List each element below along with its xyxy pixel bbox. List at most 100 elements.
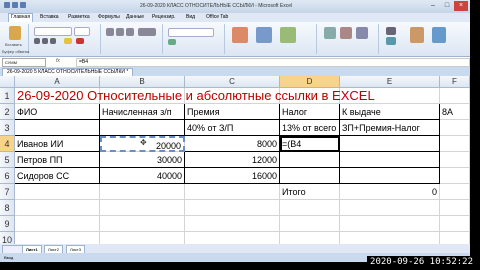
grid-cell[interactable] — [340, 232, 440, 244]
column-header-c[interactable]: C — [185, 76, 280, 88]
grid-cell[interactable] — [440, 232, 470, 244]
row-header-3[interactable]: 3 — [0, 120, 15, 136]
cell-f2[interactable]: 8А — [440, 104, 470, 120]
bold-icon[interactable] — [34, 38, 40, 44]
row-header-4[interactable]: 4 — [0, 136, 15, 152]
grid-cell[interactable] — [185, 232, 280, 244]
font-name-select[interactable] — [34, 27, 72, 36]
grid-cell[interactable] — [280, 216, 340, 232]
grid-cell[interactable] — [15, 200, 100, 216]
find-select-icon[interactable] — [432, 27, 446, 43]
align-left-icon[interactable] — [106, 28, 114, 36]
cell-c2[interactable]: Премия — [185, 104, 280, 120]
grid-cell[interactable] — [280, 232, 340, 244]
cell-e6[interactable] — [340, 168, 440, 184]
format-as-table-icon[interactable] — [256, 27, 272, 43]
office-button-icon[interactable] — [4, 2, 10, 8]
sheet-title-cell[interactable]: 26-09-2020 Относительные и абсолютные сс… — [15, 88, 470, 104]
cell-e5[interactable] — [340, 152, 440, 168]
autosum-icon[interactable] — [386, 27, 396, 35]
cell-a6[interactable]: Сидоров СС — [15, 168, 100, 184]
cell-b3[interactable] — [100, 120, 185, 136]
cell-c3[interactable]: 40% от З/П — [185, 120, 280, 136]
row-header-7[interactable]: 7 — [0, 184, 15, 200]
row-header-8[interactable]: 8 — [0, 200, 15, 216]
grid-cell[interactable] — [440, 216, 470, 232]
grid-cell[interactable] — [100, 232, 185, 244]
paste-icon[interactable] — [9, 26, 21, 40]
cell-a4[interactable]: Иванов ИИ — [15, 136, 100, 152]
font-color-icon[interactable] — [76, 38, 84, 44]
align-center-icon[interactable] — [116, 28, 124, 36]
tab-insert[interactable]: Вставка — [40, 14, 59, 20]
italic-icon[interactable] — [42, 38, 48, 44]
delete-cells-icon[interactable] — [340, 27, 352, 39]
grid-cell[interactable] — [185, 216, 280, 232]
cell-e4[interactable] — [340, 136, 440, 152]
cell-a3[interactable] — [15, 120, 100, 136]
cell-c5[interactable]: 12000 — [185, 152, 280, 168]
select-all-corner[interactable] — [0, 76, 15, 88]
tab-data[interactable]: Данные — [126, 14, 144, 20]
cell-e2[interactable]: К выдаче — [340, 104, 440, 120]
column-header-d[interactable]: D — [280, 76, 340, 88]
row-header-2[interactable]: 2 — [0, 104, 15, 120]
format-cells-icon[interactable] — [356, 27, 368, 39]
cell-d6[interactable] — [280, 168, 340, 184]
underline-icon[interactable] — [50, 38, 56, 44]
percent-icon[interactable] — [168, 39, 176, 45]
cell-a2[interactable]: ФИО — [15, 104, 100, 120]
row-header-1[interactable]: 1 — [0, 88, 15, 104]
grid-cell[interactable] — [185, 184, 280, 200]
tab-review[interactable]: Рецензир. — [152, 14, 176, 20]
grid-cell[interactable] — [185, 200, 280, 216]
grid-cell[interactable] — [15, 216, 100, 232]
grid-cell[interactable] — [15, 232, 100, 244]
grid-cell[interactable] — [100, 184, 185, 200]
formula-input[interactable]: =B4 — [76, 58, 470, 67]
cell-b6[interactable]: 40000 — [100, 168, 185, 184]
spreadsheet-grid[interactable]: A B C D E F 1 2 3 4 5 6 7 8 9 10 26-09-2… — [0, 76, 470, 244]
total-label-cell[interactable]: Итого — [280, 184, 340, 200]
grid-cell[interactable] — [280, 200, 340, 216]
save-icon[interactable] — [12, 2, 18, 8]
column-header-e[interactable]: E — [340, 76, 440, 88]
grid-cell[interactable] — [340, 200, 440, 216]
font-size-select[interactable] — [74, 27, 90, 36]
tab-home[interactable]: Главная — [8, 13, 34, 22]
maximize-icon[interactable]: □ — [440, 1, 454, 11]
grid-cell[interactable] — [440, 152, 470, 168]
tab-page-layout[interactable]: Разметка — [68, 14, 90, 20]
cell-c4[interactable]: 8000 — [185, 136, 280, 152]
cell-b5[interactable]: 30000 — [100, 152, 185, 168]
column-header-f[interactable]: F — [440, 76, 470, 88]
grid-cell[interactable] — [440, 120, 470, 136]
column-header-a[interactable]: A — [15, 76, 100, 88]
insert-cells-icon[interactable] — [324, 27, 336, 39]
cell-a5[interactable]: Петров ПП — [15, 152, 100, 168]
cell-d2[interactable]: Налог — [280, 104, 340, 120]
number-format-select[interactable] — [168, 28, 214, 37]
cell-b2[interactable]: Начисленная з/п — [100, 104, 185, 120]
undo-icon[interactable] — [20, 2, 26, 8]
grid-cell[interactable] — [440, 200, 470, 216]
align-right-icon[interactable] — [126, 28, 134, 36]
grid-cell[interactable] — [100, 216, 185, 232]
cell-d4-active[interactable]: =(B4 — [280, 136, 340, 152]
fill-icon[interactable] — [386, 37, 396, 45]
cell-d3[interactable]: 13% от всего — [280, 120, 340, 136]
wrap-text-icon[interactable] — [138, 28, 156, 36]
row-header-5[interactable]: 5 — [0, 152, 15, 168]
minimize-icon[interactable]: – — [426, 1, 440, 11]
sort-filter-icon[interactable] — [410, 27, 424, 43]
grid-cell[interactable] — [440, 136, 470, 152]
tab-formulas[interactable]: Формулы — [98, 14, 120, 20]
fill-color-icon[interactable] — [64, 38, 72, 44]
close-icon[interactable]: × — [454, 1, 468, 11]
grid-cell[interactable] — [15, 184, 100, 200]
grid-cell[interactable] — [440, 168, 470, 184]
cell-e3[interactable]: ЗП+Премия-Налог — [340, 120, 440, 136]
cell-styles-icon[interactable] — [280, 27, 296, 43]
grid-cell[interactable] — [440, 184, 470, 200]
tab-view[interactable]: Вид — [186, 14, 195, 20]
